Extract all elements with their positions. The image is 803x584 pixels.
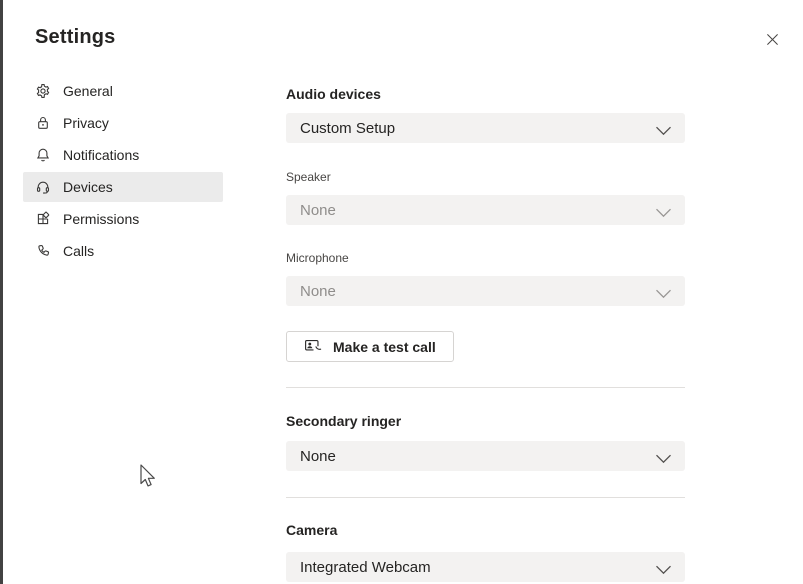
make-test-call-button[interactable]: Make a test call — [286, 331, 454, 362]
sidebar-item-privacy[interactable]: Privacy — [23, 108, 223, 138]
grid-diamond-icon — [35, 211, 51, 227]
sidebar-item-label: General — [63, 83, 113, 99]
test-call-icon — [304, 339, 323, 354]
microphone-label: Microphone — [286, 251, 349, 265]
bell-icon — [35, 147, 51, 163]
section-divider — [286, 387, 685, 388]
camera-dropdown[interactable]: Integrated Webcam — [286, 552, 685, 582]
section-divider — [286, 497, 685, 498]
audio-device-dropdown[interactable]: Custom Setup — [286, 113, 685, 143]
sidebar-item-label: Calls — [63, 243, 94, 259]
camera-heading: Camera — [286, 522, 337, 538]
headset-icon — [35, 179, 51, 195]
page-title: Settings — [35, 26, 116, 49]
devices-settings-panel: Audio devices Custom Setup Speaker None … — [286, 0, 685, 584]
sidebar-item-permissions[interactable]: Permissions — [23, 204, 223, 234]
secondary-ringer-heading: Secondary ringer — [286, 413, 401, 429]
speaker-label: Speaker — [286, 170, 331, 184]
chevron-down-icon — [655, 205, 672, 215]
secondary-ringer-value: None — [300, 448, 336, 465]
sidebar-item-label: Privacy — [63, 115, 109, 131]
audio-device-value: Custom Setup — [300, 120, 395, 137]
sidebar-item-label: Notifications — [63, 147, 139, 163]
speaker-value: None — [300, 202, 336, 219]
chevron-down-icon — [655, 451, 672, 461]
close-icon — [766, 33, 779, 46]
microphone-dropdown[interactable]: None — [286, 276, 685, 306]
make-test-call-label: Make a test call — [333, 339, 436, 355]
sidebar-item-label: Devices — [63, 179, 113, 195]
close-button[interactable] — [760, 27, 784, 51]
mouse-cursor-icon — [136, 463, 159, 495]
secondary-ringer-dropdown[interactable]: None — [286, 441, 685, 471]
speaker-dropdown[interactable]: None — [286, 195, 685, 225]
gear-icon — [35, 83, 51, 99]
sidebar-item-calls[interactable]: Calls — [23, 236, 223, 266]
chevron-down-icon — [655, 286, 672, 296]
phone-icon — [35, 243, 51, 259]
sidebar-item-label: Permissions — [63, 211, 139, 227]
settings-sidebar: General Privacy Notifications — [23, 76, 223, 268]
lock-icon — [35, 115, 51, 131]
sidebar-item-general[interactable]: General — [23, 76, 223, 106]
sidebar-item-devices[interactable]: Devices — [23, 172, 223, 202]
window-left-edge — [0, 0, 3, 584]
sidebar-item-notifications[interactable]: Notifications — [23, 140, 223, 170]
chevron-down-icon — [655, 123, 672, 133]
camera-value: Integrated Webcam — [300, 559, 431, 576]
microphone-value: None — [300, 283, 336, 300]
chevron-down-icon — [655, 562, 672, 572]
audio-devices-heading: Audio devices — [286, 86, 381, 102]
